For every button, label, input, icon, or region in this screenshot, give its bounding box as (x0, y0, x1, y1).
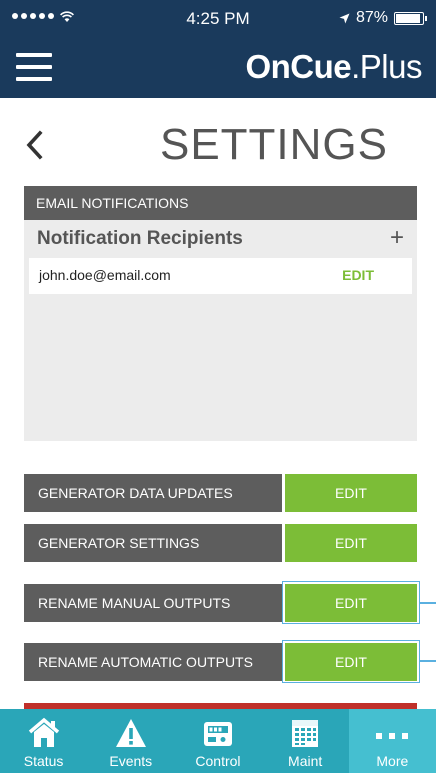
tab-events[interactable]: Events (87, 709, 174, 773)
more-icon (376, 733, 409, 739)
recipient-email: john.doe@email.com (39, 267, 171, 283)
edit-rename-automatic-outputs-button[interactable]: EDIT (285, 643, 417, 681)
generator-data-updates-row: GENERATOR DATA UPDATES EDIT (24, 474, 417, 512)
tab-more-label: More (376, 753, 409, 769)
warning-icon (115, 719, 146, 747)
recipient-row: john.doe@email.com EDIT (29, 258, 412, 294)
tab-control[interactable]: Control (174, 709, 261, 773)
highlight-connector (420, 660, 436, 662)
generator-settings-row: GENERATOR SETTINGS EDIT (24, 524, 417, 562)
email-notifications-header: EMAIL NOTIFICATIONS (24, 186, 417, 220)
tab-status-label: Status (23, 753, 64, 769)
edit-rename-manual-outputs-button[interactable]: EDIT (285, 584, 417, 622)
status-bar: 4:25 PM 87% (0, 0, 436, 38)
rename-automatic-outputs-row: RENAME AUTOMATIC OUTPUTS EDIT (24, 643, 417, 681)
bottom-tab-bar: Status Events Control Maint More (0, 709, 436, 773)
rename-manual-outputs-label: RENAME MANUAL OUTPUTS (24, 584, 282, 622)
location-arrow-icon (339, 13, 350, 23)
tab-control-label: Control (195, 753, 241, 769)
recipients-title: Notification Recipients (37, 228, 243, 249)
logo-bold-text: OnCue (245, 48, 352, 85)
rename-manual-outputs-row: RENAME MANUAL OUTPUTS EDIT (24, 584, 417, 622)
back-chevron-icon[interactable] (22, 128, 50, 162)
edit-generator-settings-button[interactable]: EDIT (285, 524, 417, 562)
page-title: SETTINGS (159, 120, 388, 169)
highlight-connector (420, 602, 436, 604)
nav-bar: OnCue.Plus (0, 38, 436, 98)
add-recipient-button[interactable]: + (390, 224, 404, 252)
battery-icon (394, 11, 427, 25)
generator-data-updates-label: GENERATOR DATA UPDATES (24, 474, 282, 512)
menu-icon[interactable] (16, 53, 52, 81)
tab-status[interactable]: Status (0, 709, 87, 773)
tab-more[interactable]: More (348, 709, 436, 773)
rename-automatic-outputs-label: RENAME AUTOMATIC OUTPUTS (24, 643, 282, 681)
app-header: 4:25 PM 87% OnCue.Plus (0, 0, 436, 98)
app-logo: OnCue.Plus (245, 48, 422, 86)
control-panel-icon (203, 722, 232, 746)
battery-percent: 87% (355, 9, 388, 26)
calendar-icon (292, 720, 319, 747)
generator-settings-label: GENERATOR SETTINGS (24, 524, 282, 562)
tab-events-label: Events (109, 753, 153, 769)
edit-generator-data-updates-button[interactable]: EDIT (285, 474, 417, 512)
battery-indicator: 87% (339, 9, 427, 27)
edit-recipient-button[interactable]: EDIT (342, 267, 374, 283)
recipients-header: Notification Recipients + (24, 220, 417, 258)
home-icon (28, 717, 59, 747)
email-notifications-panel: EMAIL NOTIFICATIONS Notification Recipie… (24, 186, 417, 441)
tab-maint[interactable]: Maint (262, 709, 349, 773)
logo-light-text: .Plus (351, 48, 422, 85)
tab-maint-label: Maint (288, 753, 323, 769)
